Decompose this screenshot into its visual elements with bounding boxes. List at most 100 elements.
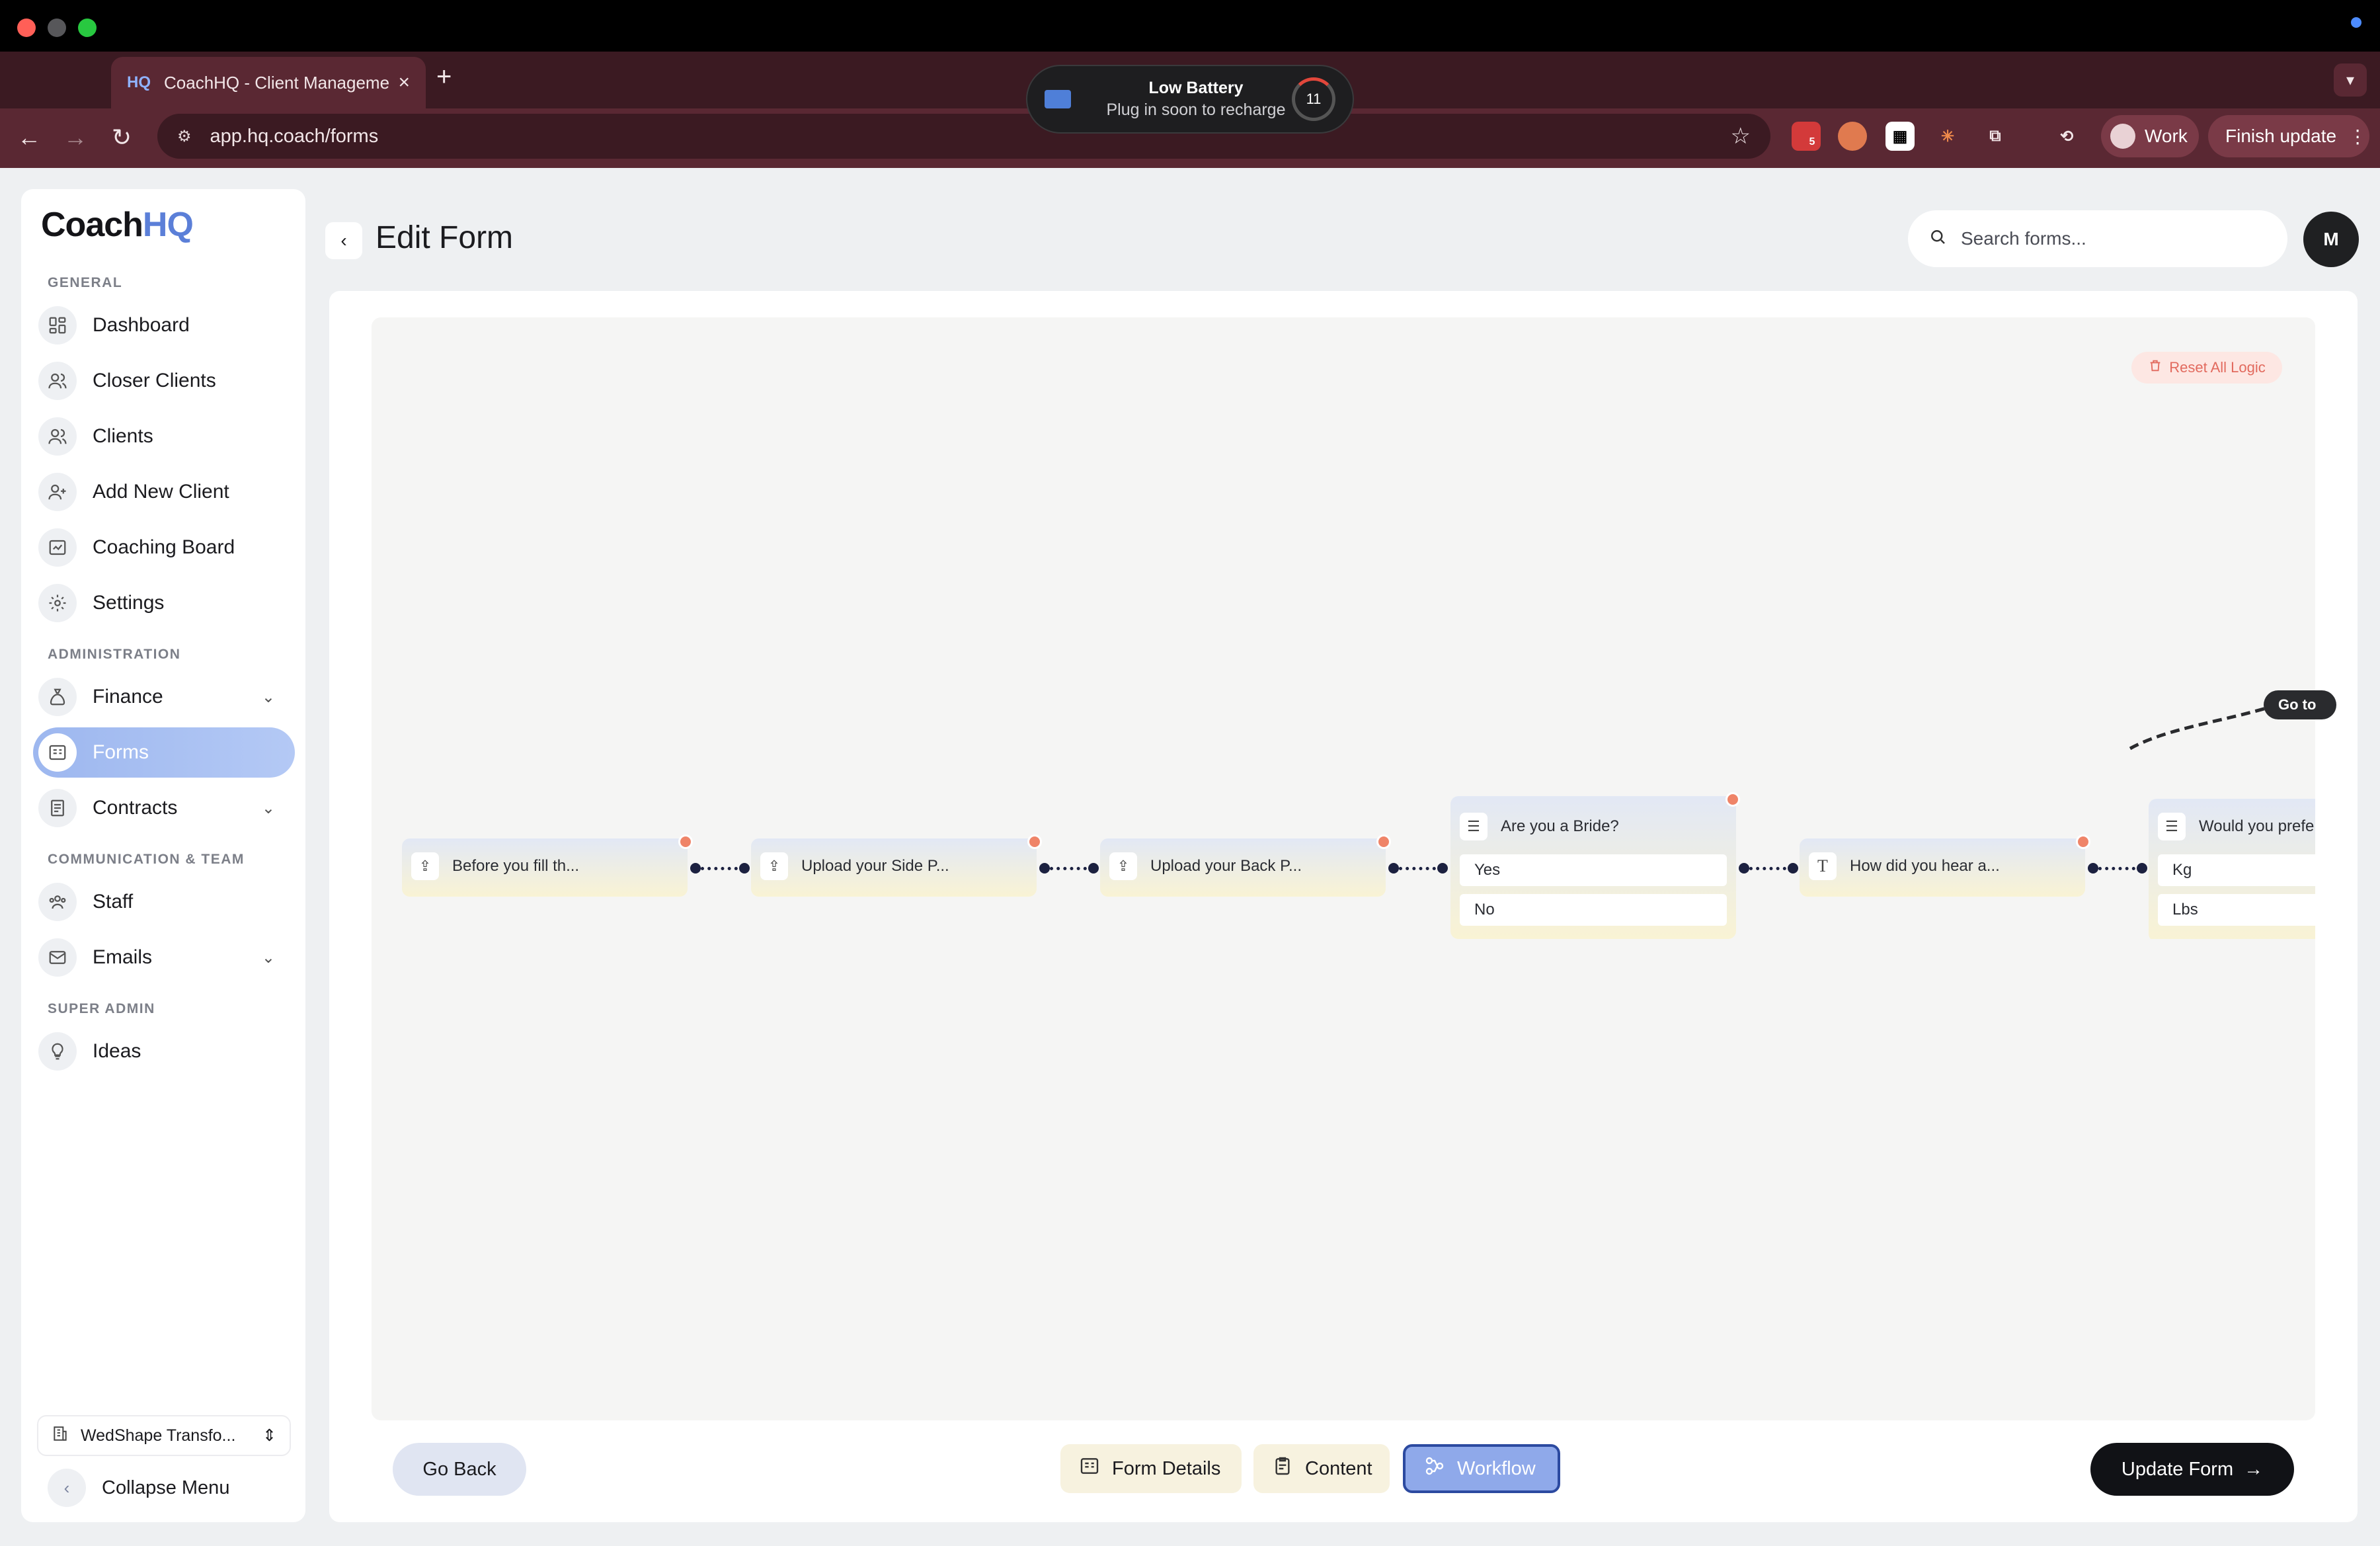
- finish-update-button[interactable]: Finish update ⋮: [2208, 115, 2369, 157]
- node-handle[interactable]: [678, 834, 693, 849]
- sidebar-item-contracts[interactable]: Contracts ⌄: [33, 783, 295, 833]
- go-back-button[interactable]: Go Back: [393, 1443, 526, 1496]
- sidebar-item-ideas[interactable]: Ideas: [33, 1026, 295, 1077]
- finish-update-label: Finish update: [2225, 126, 2337, 146]
- close-tab-icon[interactable]: ×: [398, 71, 410, 94]
- low-battery-notification[interactable]: Low Battery Plug in soon to recharge 11: [1026, 65, 1354, 134]
- search-box[interactable]: [1908, 210, 2287, 267]
- money-bag-icon: [38, 678, 77, 716]
- sidebar-item-emails[interactable]: Emails ⌄: [33, 932, 295, 983]
- connector-dot[interactable]: [739, 863, 750, 874]
- node-handle[interactable]: [2076, 834, 2090, 849]
- node-handle[interactable]: [1376, 834, 1391, 849]
- browser-tab[interactable]: HQ CoachHQ - Client Manageme ×: [111, 57, 426, 108]
- workflow-node[interactable]: T How did you hear a...: [1800, 838, 2085, 897]
- sidebar-item-closer-clients[interactable]: Closer Clients: [33, 356, 295, 406]
- go-to-edge-path: [2129, 703, 2278, 751]
- site-settings-icon[interactable]: ⚙: [177, 127, 192, 146]
- reset-all-logic-button[interactable]: Reset All Logic: [2131, 352, 2282, 384]
- sidebar-item-label: Finance: [93, 686, 163, 708]
- tab-form-details[interactable]: Form Details: [1060, 1444, 1242, 1493]
- back-button[interactable]: ‹: [325, 222, 362, 259]
- new-tab-icon[interactable]: +: [436, 62, 452, 92]
- section-label-administration: ADMINISTRATION: [48, 647, 181, 662]
- tab-content[interactable]: Content: [1253, 1444, 1390, 1493]
- sidebar-item-settings[interactable]: Settings: [33, 578, 295, 628]
- connector-dot[interactable]: [2137, 863, 2147, 874]
- profile-button[interactable]: Work: [2101, 115, 2199, 157]
- tab-workflow[interactable]: Workflow: [1403, 1444, 1560, 1493]
- sidebar-item-clients[interactable]: Clients: [33, 411, 295, 462]
- sidebar-item-dashboard[interactable]: Dashboard: [33, 300, 295, 350]
- extensions-puzzle-icon[interactable]: ⧉: [1981, 122, 2010, 151]
- connector-dot[interactable]: [2088, 863, 2098, 874]
- connector-dot[interactable]: [1039, 863, 1050, 874]
- connector-dot[interactable]: [1437, 863, 1448, 874]
- workflow-node[interactable]: ⇪ Upload your Back P...: [1100, 838, 1386, 897]
- section-label-general: GENERAL: [48, 275, 123, 290]
- connector-dot[interactable]: [1788, 863, 1798, 874]
- node-handle[interactable]: [1027, 834, 1042, 849]
- node-option[interactable]: Lbs: [2158, 894, 2315, 926]
- sidebar-item-add-new-client[interactable]: Add New Client: [33, 467, 295, 517]
- go-to-edge-label[interactable]: Go to: [2264, 690, 2336, 719]
- workflow-node-choice[interactable]: ☰ Would you prefe Kg Lbs: [2149, 799, 2315, 939]
- notification-subtitle: Plug in soon to recharge: [1106, 101, 1286, 119]
- connector-dot[interactable]: [1088, 863, 1099, 874]
- sync-icon[interactable]: ⟲: [2052, 122, 2081, 151]
- sidebar-item-label: Ideas: [93, 1040, 141, 1062]
- node-handle[interactable]: [1726, 792, 1740, 807]
- calendar-extension-icon[interactable]: 5: [1792, 122, 1821, 151]
- page-title: Edit Form: [376, 220, 514, 255]
- connector-dot[interactable]: [1739, 863, 1749, 874]
- connector-line: [2098, 867, 2142, 870]
- connector-dot[interactable]: [690, 863, 701, 874]
- checklist-icon: ☰: [2158, 813, 2186, 840]
- workflow-node-clip: ☰ Would you prefe Kg Lbs: [2149, 796, 2315, 939]
- workflow-node[interactable]: ⇪ Upload your Side P...: [751, 838, 1037, 897]
- node-option[interactable]: No: [1460, 894, 1727, 926]
- more-vertical-icon: ⋮: [2348, 126, 2367, 147]
- sidebar-item-label: Staff: [93, 891, 134, 913]
- sidebar-item-forms[interactable]: Forms: [33, 727, 295, 778]
- reload-icon[interactable]: ↻: [103, 119, 140, 156]
- connector-dot[interactable]: [1388, 863, 1399, 874]
- tab-label: Workflow: [1457, 1457, 1536, 1479]
- app-logo[interactable]: CoachHQ: [41, 205, 194, 245]
- collapse-menu-button[interactable]: ‹ Collapse Menu: [48, 1467, 229, 1509]
- forward-arrow-icon[interactable]: →: [57, 119, 94, 156]
- chevron-down-icon: ⌄: [261, 688, 275, 706]
- lightbulb-icon: [38, 1032, 77, 1071]
- sidebar-item-coaching-board[interactable]: Coaching Board: [33, 522, 295, 573]
- node-option[interactable]: Kg: [2158, 854, 2315, 886]
- workflow-node-choice[interactable]: ☰ Are you a Bride? Yes No: [1450, 796, 1736, 939]
- back-arrow-icon[interactable]: ←: [11, 119, 48, 156]
- workspace-label: WedShape Transfo...: [81, 1426, 236, 1445]
- extension-icon[interactable]: ▦: [1885, 122, 1915, 151]
- sidebar-item-finance[interactable]: Finance ⌄: [33, 672, 295, 722]
- contract-icon: [38, 789, 77, 827]
- node-label: Before you fill th...: [452, 857, 580, 875]
- avatar[interactable]: M: [2303, 212, 2359, 267]
- node-option[interactable]: Yes: [1460, 854, 1727, 886]
- extension-icon[interactable]: [1838, 122, 1867, 151]
- workflow-node[interactable]: ⇪ Before you fill th...: [402, 838, 688, 897]
- sidebar-item-label: Contracts: [93, 797, 178, 819]
- sidebar-item-staff[interactable]: Staff: [33, 877, 295, 927]
- tab-label: Content: [1305, 1457, 1372, 1479]
- close-window-button[interactable]: [17, 19, 36, 37]
- address-bar[interactable]: ⚙ app.hq.coach/forms ☆: [157, 114, 1770, 159]
- update-form-button[interactable]: Update Form →: [2090, 1443, 2294, 1496]
- logo-text: Coach: [41, 206, 143, 244]
- battery-icon: [1045, 90, 1071, 108]
- maximize-window-button[interactable]: [78, 19, 97, 37]
- claude-extension-icon[interactable]: ✳: [1933, 122, 1962, 151]
- search-input[interactable]: [1961, 228, 2225, 249]
- minimize-window-button[interactable]: [48, 19, 66, 37]
- update-form-label: Update Form: [2121, 1458, 2234, 1480]
- workspace-selector[interactable]: WedShape Transfo... ⇕: [37, 1415, 291, 1456]
- tab-search-icon[interactable]: ▾: [2334, 63, 2367, 97]
- extension-badge: 5: [1809, 136, 1815, 147]
- node-label: Are you a Bride?: [1501, 817, 1619, 835]
- bookmark-star-icon[interactable]: ☆: [1731, 123, 1751, 149]
